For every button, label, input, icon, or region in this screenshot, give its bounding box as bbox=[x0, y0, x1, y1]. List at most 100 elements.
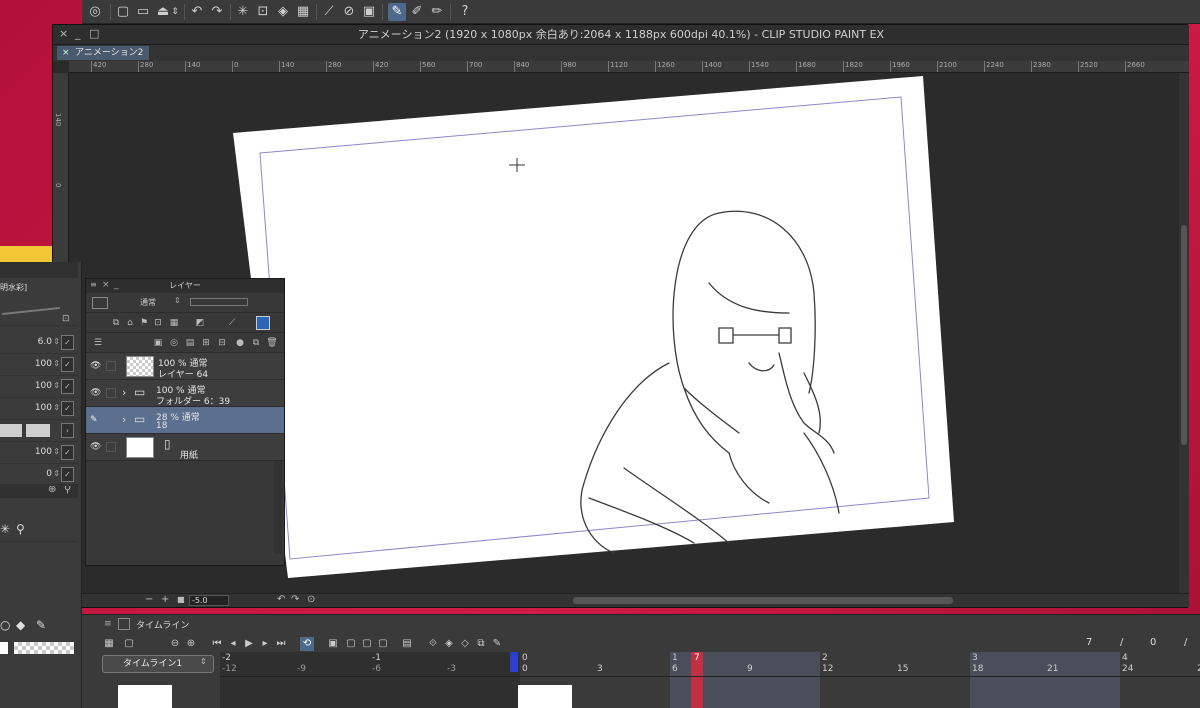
value-spinner-icon[interactable]: ⇕ bbox=[53, 469, 60, 478]
combine-icon[interactable]: ⊟ bbox=[216, 337, 228, 349]
layer-color-icon[interactable] bbox=[92, 297, 108, 309]
clear-cel-icon[interactable]: ▢ bbox=[376, 637, 390, 651]
next-frame-icon[interactable]: ▸ bbox=[258, 637, 272, 651]
timeline-name-select[interactable]: タイムライン1 bbox=[102, 655, 214, 673]
panel-menu-icon[interactable]: ≡ bbox=[104, 619, 112, 629]
timeline-dropdown-icon[interactable]: ⇕ bbox=[200, 657, 207, 666]
ruler-link-icon[interactable]: ⟋ bbox=[226, 317, 238, 329]
layer-row[interactable]: 👁 100 % 通常 レイヤー 64 bbox=[86, 353, 284, 380]
pressure-toggle-icon[interactable]: ✓ bbox=[61, 357, 74, 372]
prev-frame-icon[interactable]: ◂ bbox=[226, 637, 240, 651]
value-spinner-icon[interactable]: ⇕ bbox=[53, 359, 60, 368]
selection-icon[interactable]: ✳ bbox=[234, 3, 252, 21]
redo-icon[interactable]: ↷ bbox=[208, 3, 226, 21]
frame-block[interactable] bbox=[1120, 652, 1200, 708]
camera-icon[interactable]: ⟐ bbox=[426, 637, 440, 651]
save-dropdown-icon[interactable]: ⇕ bbox=[170, 3, 180, 21]
value-spinner-icon[interactable]: ⇕ bbox=[53, 381, 60, 390]
mask-add-icon[interactable]: ● bbox=[234, 337, 246, 349]
lock-alpha-icon[interactable]: ▦ bbox=[168, 317, 180, 329]
sparkle-icon[interactable]: ✳ bbox=[0, 522, 10, 536]
panel-menu-icon[interactable]: ≡ bbox=[90, 280, 97, 289]
tool-property-value[interactable]: 100 bbox=[35, 403, 52, 413]
pencil-edit-icon[interactable]: ✎ bbox=[90, 415, 100, 425]
keyframe-icon[interactable]: ◈ bbox=[442, 637, 456, 651]
layer-row[interactable]: ✎ › ▭ 28 % 通常 18 bbox=[86, 407, 284, 434]
layer-mask-icon[interactable]: ▦ bbox=[294, 3, 312, 21]
frame-block[interactable] bbox=[820, 652, 970, 708]
new-vector-layer-icon[interactable]: ◎ bbox=[168, 337, 180, 349]
panel-close-icon[interactable]: × bbox=[102, 280, 110, 290]
tool-property-value[interactable]: 6.0 bbox=[38, 337, 52, 347]
eraser-icon[interactable]: ✏ bbox=[428, 3, 446, 21]
tool-property-value[interactable]: 100 bbox=[35, 381, 52, 391]
color-slider-main[interactable] bbox=[0, 424, 22, 437]
brush-icon[interactable]: ✐ bbox=[408, 3, 426, 21]
value-spinner-icon[interactable]: ⇕ bbox=[53, 447, 60, 456]
color-slider-sub[interactable] bbox=[26, 424, 50, 437]
keyframe-copy-icon[interactable]: ⧉ bbox=[474, 637, 488, 651]
new-folder-icon[interactable]: ▤ bbox=[184, 337, 196, 349]
show-cels-icon[interactable]: ▤ bbox=[400, 637, 414, 651]
eraser-tool-icon[interactable]: ◆ bbox=[16, 618, 25, 632]
panel-minimize-icon[interactable]: _ bbox=[114, 280, 119, 290]
vertical-scrollbar[interactable] bbox=[1179, 73, 1189, 593]
playback-range-marker[interactable] bbox=[510, 652, 518, 672]
last-frame-icon[interactable]: ⏭ bbox=[274, 637, 288, 651]
horizontal-ruler[interactable]: 420 280 140 0 140 280 420 560 700 840 980 1120 1260 1… bbox=[69, 61, 1189, 73]
lock-icon[interactable]: ⊡ bbox=[62, 314, 70, 324]
frame-block[interactable] bbox=[970, 652, 1120, 708]
timeline-settings-icon[interactable]: ▦ bbox=[102, 637, 116, 651]
transparent-color-swatch[interactable] bbox=[14, 642, 74, 654]
layer-row[interactable]: 👁 › ▭ 100 % 通常 フォルダー 6：39 bbox=[86, 380, 284, 407]
tool-property-value[interactable]: 100 bbox=[35, 447, 52, 457]
specify-cel-icon[interactable]: ▢ bbox=[344, 637, 358, 651]
horizontal-scrollbar[interactable] bbox=[53, 594, 1189, 608]
folder-expand-icon[interactable]: › bbox=[122, 413, 126, 426]
play-icon[interactable]: ▶ bbox=[242, 637, 256, 651]
pressure-toggle-icon[interactable]: ✓ bbox=[61, 467, 74, 482]
ruler-icon[interactable]: ⟋ bbox=[320, 3, 338, 21]
layer-row[interactable]: 👁 ▯ 用紙 bbox=[86, 434, 284, 461]
layer-list-icon[interactable]: ☰ bbox=[92, 337, 104, 349]
folder-expand-icon[interactable]: › bbox=[122, 386, 126, 399]
pen-tool-icon[interactable]: ✎ bbox=[36, 618, 46, 632]
zoom-in-icon[interactable]: ⊕ bbox=[184, 637, 198, 651]
opacity-slider[interactable] bbox=[190, 298, 248, 306]
layer-color-swatch[interactable] bbox=[256, 316, 270, 330]
frame-block[interactable] bbox=[220, 652, 520, 708]
transform-icon[interactable]: ⊡ bbox=[254, 3, 272, 21]
value-spinner-icon[interactable]: ⇕ bbox=[53, 337, 60, 346]
first-frame-icon[interactable]: ⏮ bbox=[210, 637, 224, 651]
dropper-icon[interactable]: ⚲ bbox=[16, 522, 25, 536]
document-tab[interactable]: × アニメーション2 bbox=[57, 46, 150, 60]
draft-icon[interactable]: ⚑ bbox=[138, 317, 150, 329]
edit-icon[interactable]: ✎ bbox=[490, 637, 504, 651]
layer-lock-toggle[interactable] bbox=[106, 388, 116, 398]
main-color-swatch[interactable] bbox=[0, 642, 8, 654]
tool-property-value[interactable]: 100 bbox=[35, 359, 52, 369]
tool-property-value[interactable]: 0 bbox=[46, 469, 52, 479]
blend-mode-select[interactable]: 通常 bbox=[140, 297, 156, 308]
expand-icon[interactable]: › bbox=[61, 423, 74, 438]
pen-icon[interactable]: ✎ bbox=[388, 3, 406, 21]
layer-lock-toggle[interactable] bbox=[106, 442, 116, 452]
undo-icon[interactable]: ↶ bbox=[188, 3, 206, 21]
eye-icon[interactable]: 👁 bbox=[90, 388, 102, 398]
zoom-out-icon[interactable]: ⊖ bbox=[168, 637, 182, 651]
mask-icon[interactable]: ◩ bbox=[194, 317, 206, 329]
horizontal-scroll-thumb[interactable] bbox=[573, 597, 953, 604]
new-file-icon[interactable]: ▢ bbox=[114, 3, 132, 21]
new-cel-icon[interactable]: ▣ bbox=[326, 637, 340, 651]
open-file-icon[interactable]: ▭ bbox=[134, 3, 152, 21]
vertical-scroll-thumb[interactable] bbox=[1181, 225, 1187, 445]
new-raster-layer-icon[interactable]: ▣ bbox=[152, 337, 164, 349]
value-spinner-icon[interactable]: ⇕ bbox=[53, 403, 60, 412]
delete-cel-icon[interactable]: ▢ bbox=[360, 637, 374, 651]
pressure-toggle-icon[interactable]: ✓ bbox=[61, 379, 74, 394]
eye-icon[interactable]: 👁 bbox=[90, 442, 102, 452]
timeline-tab-label[interactable]: タイムライン bbox=[136, 619, 189, 633]
clip-icon[interactable]: ⧉ bbox=[110, 317, 122, 329]
loop-icon[interactable]: ⟲ bbox=[300, 637, 314, 651]
pressure-toggle-icon[interactable]: ✓ bbox=[61, 401, 74, 416]
